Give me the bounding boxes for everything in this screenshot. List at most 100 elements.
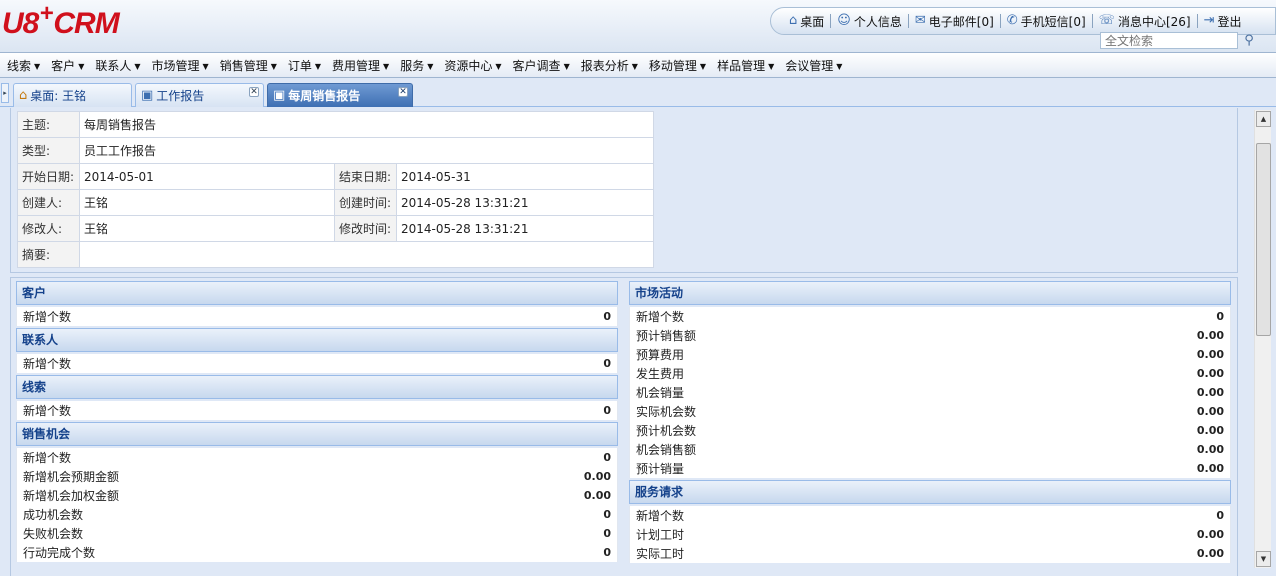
created-time-value: 2014-05-28 13:31:21	[396, 189, 654, 216]
menu-item-8[interactable]: 资源中心 ▼	[440, 57, 505, 74]
toplink-2[interactable]: ✉ 电子邮件[0]	[915, 13, 994, 30]
search-icon[interactable]: ⚲	[1241, 32, 1257, 49]
stat-row: 新增个数 0	[16, 448, 618, 467]
menu-item-7[interactable]: 服务 ▼	[396, 57, 437, 74]
top-links-bar: ⌂ 桌面 ☺ 个人信息 ✉ 电子邮件[0] ✆ 手机短信[0] ☏ 消息中心[26] ⇥ 登出	[770, 7, 1276, 35]
toplink-0[interactable]: ⌂ 桌面	[789, 13, 824, 30]
caret-down-icon: ▼	[563, 61, 570, 71]
stat-row: 新增个数 0	[16, 354, 618, 373]
stat-value: 0	[603, 451, 611, 464]
stat-label: 新增个数	[23, 404, 72, 418]
menu-item-1[interactable]: 客户 ▼	[47, 57, 88, 74]
toplink-label: 个人信息	[853, 14, 902, 29]
caret-down-icon: ▼	[699, 61, 707, 71]
stat-row: 成功机会数 0	[16, 505, 618, 524]
user-icon: ☺	[837, 13, 851, 28]
close-icon[interactable]: ✕	[249, 87, 259, 97]
menu-item-11[interactable]: 移动管理 ▼	[645, 57, 710, 74]
section-header: 客户	[16, 281, 618, 305]
caret-down-icon: ▼	[314, 61, 322, 71]
menu-item-9[interactable]: 客户调查 ▼	[509, 57, 574, 74]
caret-down-icon: ▼	[427, 61, 434, 71]
mail-icon: ✉	[914, 13, 926, 28]
sms-icon: ✆	[1006, 13, 1018, 28]
toplink-4[interactable]: ☏ 消息中心[26]	[1099, 13, 1191, 30]
scroll-thumb[interactable]	[1256, 143, 1271, 336]
subject-value: 每周销售报告	[79, 111, 654, 138]
menu-item-label: 移动管理	[648, 58, 697, 73]
stat-value: 0	[1216, 310, 1224, 323]
stat-value: 0	[603, 357, 611, 370]
toplink-3[interactable]: ✆ 手机短信[0]	[1007, 13, 1086, 30]
toplink-label: 电子邮件[0]	[928, 14, 994, 29]
tab-work-report[interactable]: ▣ 工作报告 ✕	[135, 83, 264, 107]
menu-item-3[interactable]: 市场管理 ▼	[148, 57, 213, 74]
tab-weekly-sales-report[interactable]: ▣ 每周销售报告 ✕	[267, 83, 413, 107]
menu-item-4[interactable]: 销售管理 ▼	[216, 57, 281, 74]
menu-item-label: 费用管理	[332, 58, 381, 73]
toplink-5[interactable]: ⇥ 登出	[1204, 13, 1242, 30]
stat-row: 新增机会预期金额 0.00	[16, 467, 618, 486]
modifier-label: 修改人:	[17, 215, 80, 242]
menu-item-6[interactable]: 费用管理 ▼	[328, 57, 393, 74]
stat-value: 0.00	[1196, 329, 1224, 342]
toplink-1[interactable]: ☺ 个人信息	[837, 13, 902, 30]
menu-item-label: 客户调查	[512, 58, 561, 73]
stat-label: 成功机会数	[23, 508, 84, 522]
start-date-label: 开始日期:	[17, 163, 80, 190]
scroll-up-icon[interactable]: ▲	[1256, 111, 1271, 127]
stat-label: 行动完成个数	[23, 546, 96, 560]
report-info-table: 主题: 每周销售报告 类型: 员工工作报告 开始日期: 2014-05-01 结…	[17, 111, 654, 268]
logout-icon: ⇥	[1203, 13, 1215, 28]
creator-label: 创建人:	[17, 189, 80, 216]
scroll-down-icon[interactable]: ▼	[1256, 551, 1271, 567]
menu-item-10[interactable]: 报表分析 ▼	[577, 57, 642, 74]
stat-row: 预计销量 0.00	[629, 459, 1231, 478]
stat-value: 0	[603, 310, 611, 323]
menu-item-label: 订单	[287, 58, 312, 73]
menu-item-label: 资源中心	[444, 58, 493, 73]
tab-label: 每周销售报告	[288, 89, 361, 103]
menu-item-12[interactable]: 样品管理 ▼	[713, 57, 778, 74]
tab-desktop[interactable]: ⌂ 桌面: 王铭	[13, 83, 132, 107]
stat-label: 失败机会数	[23, 527, 84, 541]
section-header: 市场活动	[629, 281, 1231, 305]
main-menu: 线索 ▼ 客户 ▼ 联系人 ▼ 市场管理 ▼ 销售管理 ▼ 订单 ▼ 费用管理 ▼ 服务 ▼ 资源中心 ▼ 客户调查…	[0, 52, 1276, 78]
stat-row: 机会销售额 0.00	[629, 440, 1231, 459]
stat-row: 新增个数 0	[629, 506, 1231, 525]
stat-value: 0.00	[583, 489, 611, 502]
menu-item-label: 样品管理	[717, 58, 766, 73]
close-icon[interactable]: ✕	[398, 87, 408, 97]
tab-strip: ▸ ⌂ 桌面: 王铭 ▣ 工作报告 ✕ ▣ 每周销售报告 ✕	[0, 79, 1276, 107]
stat-label: 机会销量	[636, 386, 685, 400]
separator	[830, 14, 832, 28]
start-date-value: 2014-05-01	[79, 163, 335, 190]
stat-value: 0.00	[1196, 424, 1224, 437]
stat-row: 失败机会数 0	[16, 524, 618, 543]
menu-item-5[interactable]: 订单 ▼	[284, 57, 325, 74]
stat-value: 0	[1216, 509, 1224, 522]
collapse-icon[interactable]: ▸	[1, 83, 9, 103]
menu-item-13[interactable]: 会议管理 ▼	[781, 57, 846, 74]
stat-value: 0.00	[1196, 405, 1224, 418]
caret-down-icon: ▼	[495, 61, 502, 71]
caret-down-icon: ▼	[631, 61, 638, 71]
stat-label: 新增个数	[23, 310, 72, 324]
toplink-label: 桌面	[800, 14, 825, 29]
menu-item-2[interactable]: 联系人 ▼	[91, 57, 144, 74]
tab-label: 桌面: 王铭	[30, 89, 87, 103]
subject-label: 主题:	[17, 111, 80, 138]
created-time-label: 创建时间:	[334, 189, 397, 216]
search-input[interactable]	[1100, 32, 1238, 49]
stat-row: 预算费用 0.00	[629, 345, 1231, 364]
menu-item-label: 报表分析	[580, 58, 629, 73]
menu-item-0[interactable]: 线索 ▼	[3, 57, 44, 74]
caret-down-icon: ▼	[78, 61, 85, 71]
menu-item-label: 联系人	[95, 58, 132, 73]
stat-row: 发生费用 0.00	[629, 364, 1231, 383]
menu-item-label: 服务	[400, 58, 425, 73]
creator-value: 王铭	[79, 189, 335, 216]
end-date-label: 结束日期:	[334, 163, 397, 190]
vertical-scrollbar[interactable]: ▲ ▼	[1254, 110, 1271, 568]
message-icon: ☏	[1098, 13, 1115, 28]
